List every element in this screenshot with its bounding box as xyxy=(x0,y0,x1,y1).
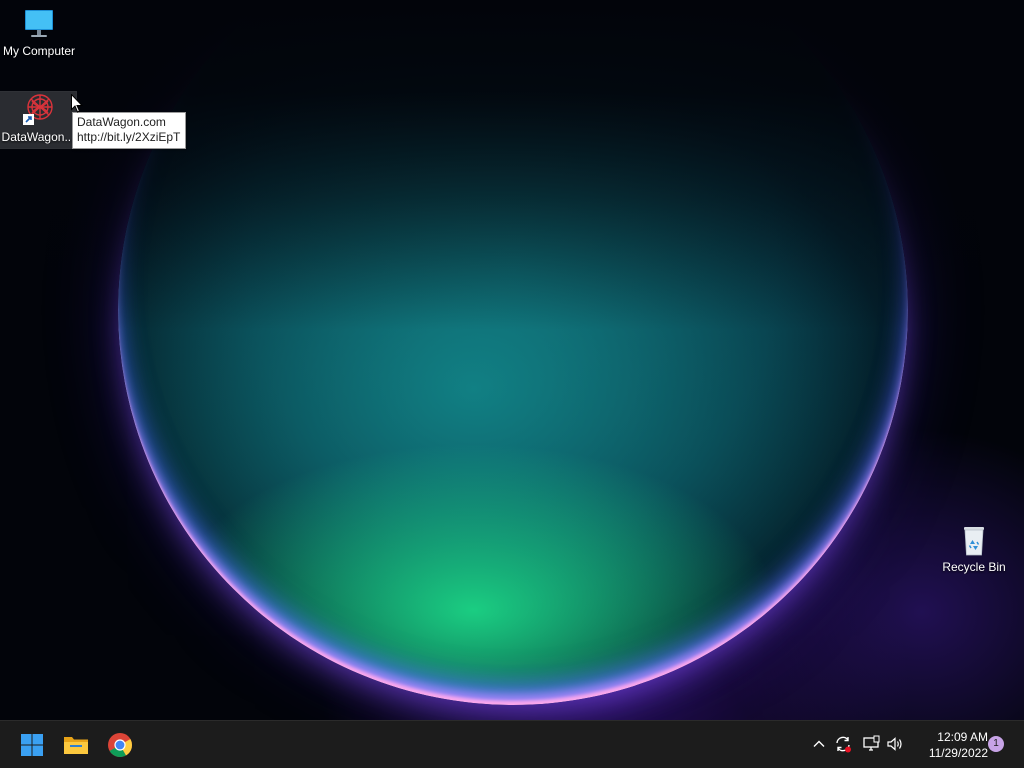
shortcut-tooltip: DataWagon.com http://bit.ly/2XziEpT xyxy=(72,112,187,149)
chevron-up-icon xyxy=(813,740,825,747)
recycle-bin-icon xyxy=(964,527,984,556)
chrome-button[interactable] xyxy=(100,725,140,765)
file-explorer-button[interactable] xyxy=(56,725,96,765)
show-hidden-icons-button[interactable] xyxy=(808,733,830,755)
clock-date: 11/29/2022 xyxy=(928,746,988,760)
clock-time: 12:09 AM xyxy=(937,730,988,744)
sync-tray-button[interactable] xyxy=(832,733,854,755)
desktop-icon-datawagon-shortcut[interactable]: DataWagon... xyxy=(0,91,77,149)
desktop-icon-label: Recycle Bin xyxy=(942,560,1006,574)
network-tray-button[interactable] xyxy=(860,733,882,755)
volume-icon xyxy=(887,737,902,751)
start-button[interactable] xyxy=(12,725,52,765)
clock[interactable]: 12:09 AM 11/29/2022 xyxy=(912,729,988,761)
notification-badge[interactable]: 1 xyxy=(988,736,1004,752)
sync-icon xyxy=(836,736,851,753)
desktop-icon-label: My Computer xyxy=(2,44,76,58)
network-icon xyxy=(863,735,880,751)
monitor-icon xyxy=(25,10,53,37)
desktop[interactable]: My Computer DataWagon... Recycle Bin Dat… xyxy=(0,0,1024,720)
tooltip-url: http://bit.ly/2XziEpT xyxy=(77,130,181,144)
datawagon-logo-icon xyxy=(23,94,53,125)
tooltip-title: DataWagon.com xyxy=(77,115,166,129)
mouse-cursor-icon xyxy=(71,94,83,113)
volume-tray-button[interactable] xyxy=(884,733,906,755)
desktop-icon-my-computer[interactable]: My Computer xyxy=(1,6,77,58)
chrome-icon xyxy=(108,733,132,758)
desktop-icon-recycle-bin[interactable]: Recycle Bin xyxy=(936,522,1012,574)
windows-start-icon xyxy=(21,734,43,756)
file-explorer-icon xyxy=(64,737,88,754)
desktop-icon-label: DataWagon... xyxy=(1,130,75,144)
taskbar: 12:09 AM 11/29/2022 xyxy=(0,720,1024,768)
